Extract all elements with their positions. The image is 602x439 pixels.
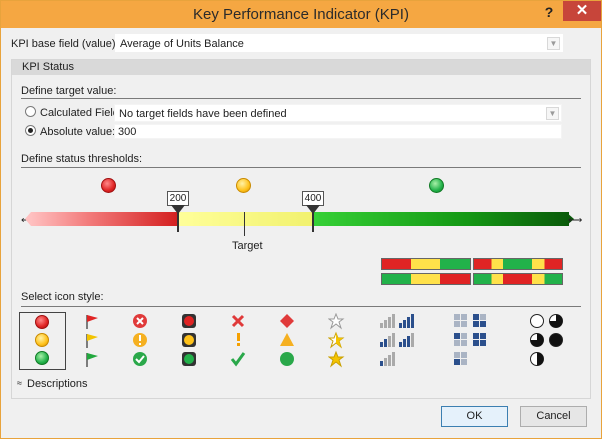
box-icons-set[interactable] <box>453 313 489 369</box>
divider <box>21 98 581 99</box>
circled-symbol-icons-set[interactable] <box>132 313 150 369</box>
ok-button[interactable]: OK <box>441 406 508 427</box>
cancel-button[interactable]: Cancel <box>520 406 587 427</box>
star-icons-set[interactable] <box>328 313 346 369</box>
threshold-high-handle[interactable] <box>306 205 320 214</box>
threshold-bar-green <box>313 212 569 226</box>
absolute-value-text: 300 <box>118 126 137 138</box>
preset-bar[interactable] <box>473 273 563 285</box>
calculated-field-radio[interactable] <box>25 106 36 117</box>
descriptions-toggle[interactable]: Descriptions <box>27 378 88 390</box>
signal-bar-icons-set[interactable] <box>379 313 415 369</box>
chevron-down-icon[interactable]: ▼ <box>547 37 560 50</box>
threshold-low-value[interactable]: 200 <box>167 191 189 206</box>
pie-icons-set[interactable] <box>529 313 565 369</box>
icon-style-label: Select icon style: <box>21 291 104 303</box>
kpi-dialog: Key Performance Indicator (KPI) ? ✕ KPI … <box>0 0 602 439</box>
window-title: Key Performance Indicator (KPI) <box>193 6 409 23</box>
base-field-label: KPI base field (value): <box>11 38 119 50</box>
flag-icons-set[interactable] <box>83 313 101 369</box>
kpi-status-header: KPI Status <box>12 60 590 75</box>
preset-bar[interactable] <box>473 258 563 270</box>
title-bar: Key Performance Indicator (KPI) ? ✕ <box>1 1 601 28</box>
close-button[interactable]: ✕ <box>563 1 601 21</box>
calculated-field-value: No target fields have been defined <box>119 108 287 120</box>
shape-icons-set[interactable] <box>279 313 297 369</box>
divider <box>21 306 581 307</box>
red-circle-icon <box>35 315 49 329</box>
divider <box>21 167 581 168</box>
yellow-flag-icon <box>86 334 98 348</box>
threshold-low-handle[interactable] <box>171 205 185 214</box>
help-button[interactable]: ? <box>537 2 561 22</box>
define-thresholds-label: Define status thresholds: <box>21 153 143 165</box>
green-circle-icon <box>35 351 49 365</box>
symbol-icons-set[interactable] <box>230 313 248 369</box>
target-caption: Target <box>232 240 263 252</box>
threshold-bar-red <box>31 212 177 226</box>
status-green-icon <box>429 178 444 193</box>
preset-bar[interactable] <box>381 258 471 270</box>
status-red-icon <box>101 178 116 193</box>
chevron-down-icon[interactable]: ▼ <box>546 107 559 120</box>
green-flag-icon <box>86 353 98 367</box>
base-field-value: Average of Units Balance <box>120 38 244 50</box>
right-arrow-icon: ⟷ <box>568 215 583 226</box>
absolute-value-input[interactable]: 300 <box>114 124 562 139</box>
preset-bar[interactable] <box>381 273 471 285</box>
define-target-label: Define target value: <box>21 85 117 97</box>
calculated-field-select[interactable]: No target fields have been defined ▼ <box>114 104 562 122</box>
target-marker <box>244 212 245 236</box>
yellow-circle-icon <box>35 333 49 347</box>
expand-icon[interactable]: ≈ <box>17 378 22 388</box>
status-yellow-icon <box>236 178 251 193</box>
threshold-high-value[interactable]: 400 <box>302 191 324 206</box>
absolute-value-label[interactable]: Absolute value: <box>40 126 115 138</box>
absolute-value-radio[interactable] <box>25 125 36 136</box>
calculated-field-label[interactable]: Calculated Field: <box>40 107 122 119</box>
red-flag-icon <box>86 315 98 329</box>
base-field-select[interactable]: Average of Units Balance ▼ <box>115 34 563 52</box>
threshold-bar-yellow <box>177 212 313 226</box>
rimmed-light-icons-set[interactable] <box>181 313 199 369</box>
